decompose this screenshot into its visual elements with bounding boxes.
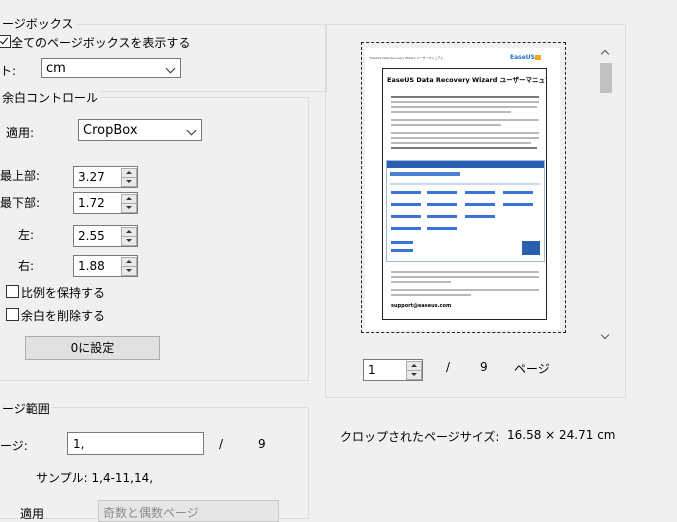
show-all-page-boxes-label[interactable]: 全てのページボックスを表示する bbox=[11, 34, 190, 51]
doc-text-line bbox=[391, 289, 539, 291]
apply-partial-select-value: 奇数と偶数ページ bbox=[103, 506, 199, 520]
keep-ratio-label[interactable]: 比例を保持する bbox=[21, 284, 105, 301]
doc-text-line bbox=[391, 106, 537, 108]
chevron-up-icon[interactable] bbox=[600, 49, 610, 59]
doc-text-line bbox=[391, 294, 471, 296]
doc-text-line bbox=[391, 142, 531, 144]
preview-scrollbar[interactable] bbox=[597, 42, 615, 347]
apply-to-label: 適用: bbox=[6, 126, 35, 140]
crop-size-label: クロップされたページサイズ: bbox=[340, 430, 500, 444]
preview-page-stepper[interactable]: 1 bbox=[363, 359, 423, 381]
right-margin-label: 右: bbox=[18, 259, 35, 273]
crop-size-value: 16.58 × 24.71 cm bbox=[507, 428, 616, 442]
doc-screenshot-image bbox=[386, 160, 545, 262]
bottom-margin-label: 最下部: bbox=[0, 196, 41, 210]
scrollbar-thumb[interactable] bbox=[600, 63, 612, 93]
top-margin-label: 最上部: bbox=[0, 169, 41, 183]
doc-logo: EaseUS bbox=[510, 54, 535, 61]
doc-footer: support@easeus.com bbox=[391, 303, 452, 309]
doc-text-line bbox=[391, 124, 501, 126]
unit-label: ト: bbox=[0, 64, 17, 78]
decrement-icon[interactable] bbox=[121, 203, 137, 213]
show-all-page-boxes-checkbox[interactable] bbox=[0, 35, 11, 48]
preview-crop-area: EaseUS Data Recovery Wizard ユーザーマニュアル su… bbox=[382, 68, 547, 320]
preview-page-value: 1 bbox=[368, 363, 376, 377]
preview-page-unit: ページ bbox=[514, 362, 550, 376]
doc-text-line bbox=[391, 147, 537, 149]
chevron-down-icon[interactable] bbox=[600, 330, 610, 340]
doc-text-line bbox=[391, 96, 539, 98]
decrement-icon[interactable] bbox=[121, 236, 137, 246]
left-margin-label: 左: bbox=[18, 228, 35, 242]
doc-text-line bbox=[391, 119, 539, 121]
chevron-down-icon bbox=[165, 63, 176, 74]
chevron-down-icon bbox=[186, 125, 197, 136]
sample-hint: サンプル: 1,4-11,14, bbox=[36, 471, 154, 485]
decrement-icon[interactable] bbox=[406, 370, 422, 380]
apply-partial-select[interactable]: 奇数と偶数ページ bbox=[98, 500, 279, 522]
doc-logo-mark-icon bbox=[535, 55, 541, 60]
apply-partial-label: 適用 bbox=[20, 507, 45, 521]
doc-text-line bbox=[391, 137, 539, 139]
doc-text-line bbox=[391, 276, 539, 278]
keep-ratio-checkbox[interactable] bbox=[6, 285, 19, 298]
page-box-group-title: ージボックス bbox=[0, 15, 76, 32]
doc-text-line bbox=[391, 271, 539, 273]
doc-header-left: EaseUS Data Recovery Wizard ユーザーマニュアル bbox=[370, 56, 444, 60]
doc-text-line bbox=[391, 101, 539, 103]
apply-to-select-value: CropBox bbox=[83, 123, 138, 138]
right-margin-stepper[interactable]: 1.88 bbox=[73, 255, 138, 277]
right-margin-value: 1.88 bbox=[78, 259, 105, 273]
pages-total: 9 bbox=[258, 437, 266, 451]
doc-text-line bbox=[391, 111, 511, 113]
pages-label: ージ: bbox=[0, 439, 28, 453]
pages-input[interactable]: 1, bbox=[67, 432, 204, 455]
pages-separator: / bbox=[219, 437, 224, 451]
top-margin-stepper[interactable]: 3.27 bbox=[73, 166, 138, 188]
left-margin-stepper[interactable]: 2.55 bbox=[73, 225, 138, 247]
unit-select[interactable]: cm bbox=[41, 58, 181, 78]
remove-margin-label[interactable]: 余白を削除する bbox=[21, 307, 105, 324]
unit-select-value: cm bbox=[46, 61, 66, 76]
doc-title: EaseUS Data Recovery Wizard ユーザーマニュアル bbox=[387, 76, 547, 84]
page-range-group-title: ージ範囲 bbox=[0, 400, 52, 417]
decrement-icon[interactable] bbox=[121, 266, 137, 276]
doc-text-line bbox=[391, 132, 539, 134]
apply-to-select[interactable]: CropBox bbox=[78, 119, 202, 141]
margin-control-group-title: 余白コントロール bbox=[0, 89, 101, 106]
left-margin-value: 2.55 bbox=[78, 229, 105, 243]
pages-input-value: 1, bbox=[73, 437, 85, 451]
bottom-margin-value: 1.72 bbox=[78, 196, 105, 210]
doc-text-line bbox=[391, 281, 451, 283]
preview-page-separator: / bbox=[446, 360, 451, 374]
remove-margin-checkbox[interactable] bbox=[6, 308, 19, 321]
top-margin-value: 3.27 bbox=[78, 170, 105, 184]
bottom-margin-stepper[interactable]: 1.72 bbox=[73, 192, 138, 214]
set-zero-button[interactable]: 0に設定 bbox=[25, 336, 160, 360]
preview-page-total: 9 bbox=[480, 360, 488, 374]
decrement-icon[interactable] bbox=[121, 177, 137, 187]
